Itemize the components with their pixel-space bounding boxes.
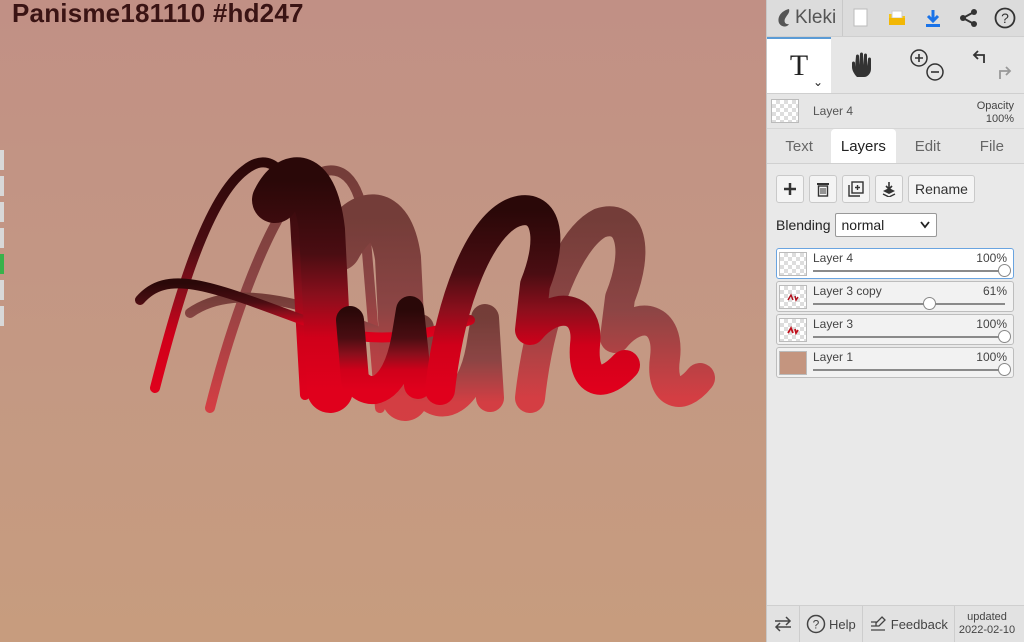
- layer-opacity: 100%: [976, 251, 1007, 265]
- layer-thumbnail: [779, 351, 807, 375]
- opacity-slider-handle[interactable]: [923, 297, 937, 310]
- blending-value: normal: [841, 217, 885, 233]
- text-tool-button[interactable]: T ⌄: [767, 37, 831, 93]
- brand-logo[interactable]: Kleki: [767, 0, 843, 36]
- merge-down-icon: [882, 182, 896, 197]
- opacity-slider-handle[interactable]: [998, 330, 1011, 343]
- duplicate-icon: [848, 181, 864, 197]
- opacity-slider-track[interactable]: [813, 270, 1005, 272]
- layer-thumbnail: [779, 252, 807, 276]
- layer-name: Layer 1: [813, 350, 854, 364]
- opacity-slider-track[interactable]: [813, 369, 1005, 371]
- layer-actions: Rename: [767, 174, 1024, 204]
- opacity-slider-track[interactable]: [813, 303, 1005, 305]
- layer-name: Layer 3: [813, 317, 854, 331]
- chevron-down-icon[interactable]: ⌄: [813, 75, 823, 89]
- brand-name: Kleki: [795, 7, 837, 28]
- swap-sides-button[interactable]: [767, 606, 800, 642]
- lettering-artwork: [135, 157, 715, 421]
- trash-icon: [817, 183, 829, 197]
- hand-tool-button[interactable]: [831, 37, 895, 93]
- svg-text:?: ?: [1001, 10, 1009, 26]
- text-tool-icon: T: [789, 49, 809, 82]
- download-icon[interactable]: [915, 0, 951, 36]
- current-layer-name: Layer 4: [813, 104, 854, 118]
- help-label: Help: [829, 616, 856, 632]
- opacity-slider-handle[interactable]: [998, 264, 1011, 277]
- feedback-label: Feedback: [890, 616, 948, 632]
- panel-tabs: Text Layers Edit File: [767, 129, 1024, 164]
- opacity-slider-track[interactable]: [813, 336, 1005, 338]
- help-icon: ?: [806, 614, 826, 634]
- chevron-down-icon: [919, 221, 930, 229]
- layer-item-layer-3[interactable]: Layer 3 100%: [776, 314, 1014, 345]
- layer-name: Layer 3 copy: [813, 284, 882, 298]
- layer-opacity: 100%: [976, 350, 1007, 364]
- blending-row: Blending normal: [767, 212, 1024, 238]
- side-panel: Kleki ? T ⌄ Layer 4 Opacity 100% Text La…: [766, 0, 1024, 642]
- rename-layer-button[interactable]: Rename: [908, 175, 975, 203]
- duplicate-layer-button[interactable]: [842, 175, 870, 203]
- feedback-icon: [870, 616, 886, 631]
- layer-item-layer-4[interactable]: Layer 4 100%: [776, 248, 1014, 279]
- bottom-bar: ? Help Feedback updated 2022-02-10: [767, 605, 1024, 642]
- svg-text:?: ?: [813, 618, 820, 632]
- tool-row: T ⌄: [767, 37, 1024, 94]
- layer-thumbnail: [779, 285, 807, 309]
- undo-redo-icon: [972, 50, 1012, 79]
- opacity-value: 100%: [985, 113, 1014, 125]
- new-document-icon[interactable]: [843, 0, 879, 36]
- layer-item-layer-3-copy[interactable]: Layer 3 copy 61%: [776, 281, 1014, 312]
- canvas-title: Panisme181110 #hd247: [12, 0, 304, 28]
- current-layer-info: Layer 4 Opacity 100%: [767, 94, 1024, 129]
- swap-icon: [774, 616, 792, 632]
- tab-text[interactable]: Text: [767, 129, 831, 163]
- opacity-label: Opacity: [976, 100, 1014, 112]
- updated-date: 2022-02-10: [958, 624, 1016, 636]
- layer-thumbnail: [779, 318, 807, 342]
- lettering-thumbnail-icon: [787, 293, 799, 302]
- feedback-button[interactable]: Feedback: [863, 606, 955, 642]
- layer-item-layer-1[interactable]: Layer 1 100%: [776, 347, 1014, 378]
- help-icon[interactable]: ?: [987, 0, 1023, 36]
- layer-list: Layer 4 100% Layer 3 copy 61% Layer 3 10…: [767, 248, 1024, 378]
- tab-edit[interactable]: Edit: [896, 129, 960, 163]
- share-icon[interactable]: [951, 0, 987, 36]
- updated-info: updated 2022-02-10: [955, 606, 1019, 642]
- drawing-canvas[interactable]: Panisme181110 #hd247: [0, 0, 766, 642]
- current-layer-opacity[interactable]: Opacity 100%: [977, 100, 1014, 126]
- top-bar: Kleki ?: [767, 0, 1024, 37]
- opacity-slider-handle[interactable]: [998, 363, 1011, 376]
- layer-opacity: 61%: [982, 284, 1007, 298]
- hand-icon: [852, 52, 871, 77]
- layer-name: Layer 4: [813, 251, 854, 265]
- plus-icon: [784, 183, 796, 195]
- blending-select[interactable]: normal: [834, 213, 937, 237]
- undo-redo-buttons[interactable]: [959, 37, 1023, 93]
- current-layer-thumbnail: [771, 99, 799, 123]
- lettering-thumbnail-icon: [787, 325, 799, 336]
- tab-layers[interactable]: Layers: [831, 129, 896, 163]
- updated-label: updated: [967, 611, 1007, 623]
- blending-label: Blending: [776, 217, 831, 233]
- open-folder-icon[interactable]: [879, 0, 915, 36]
- add-layer-button[interactable]: [776, 175, 804, 203]
- kleki-logo-icon: [778, 9, 790, 27]
- help-button[interactable]: ? Help: [800, 606, 863, 642]
- merge-down-button[interactable]: [875, 175, 903, 203]
- layer-opacity: 100%: [976, 317, 1007, 331]
- layers-panel: Rename Blending normal Layer 4 100% Laye: [767, 164, 1024, 614]
- zoom-tool-button[interactable]: [895, 37, 959, 93]
- zoom-in-out-icon: [910, 49, 944, 81]
- tab-file[interactable]: File: [960, 129, 1024, 163]
- delete-layer-button[interactable]: [809, 175, 837, 203]
